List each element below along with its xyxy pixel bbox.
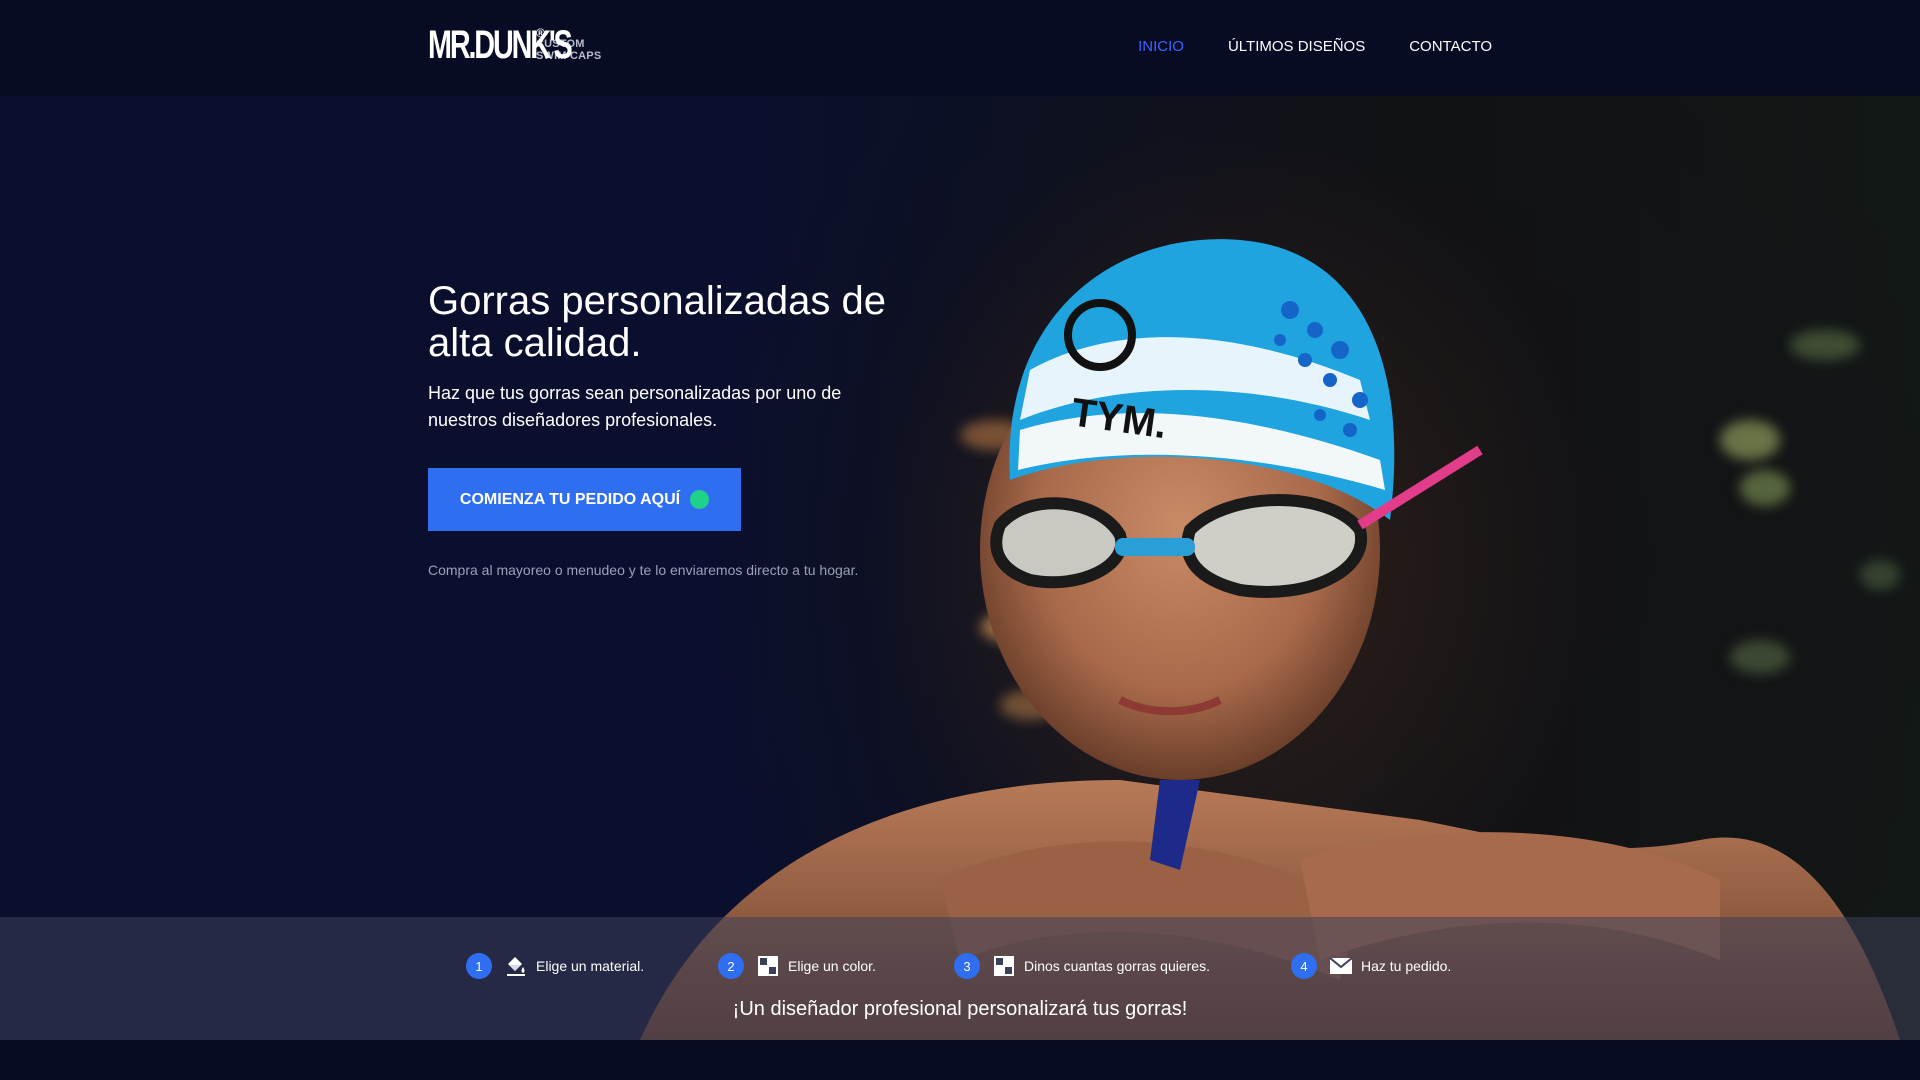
logo-wordmark: MR.DUNK'S: [428, 23, 573, 67]
hero-title: Gorras personalizadas de alta calidad.: [428, 279, 887, 365]
step-item: 1 Elige un material.: [466, 953, 644, 979]
nav-ultimos-disenos[interactable]: ÚLTIMOS DISEÑOS: [1228, 38, 1365, 56]
paint-bucket-icon: [504, 955, 528, 977]
step-label: Dinos cuantas gorras quieres.: [1024, 958, 1210, 974]
step-item: 2 Elige un color.: [718, 953, 876, 979]
grid-icon: [992, 955, 1016, 977]
start-order-button[interactable]: COMIENZA TU PEDIDO AQUÍ: [428, 468, 741, 531]
step-number: 2: [718, 953, 744, 979]
step-item: 3 Dinos cuantas gorras quieres.: [954, 953, 1210, 979]
grid-icon: [756, 955, 780, 977]
main-nav: INICIO ÚLTIMOS DISEÑOS CONTACTO: [1138, 38, 1492, 56]
step-number: 1: [466, 953, 492, 979]
step-number: 3: [954, 953, 980, 979]
nav-contacto[interactable]: CONTACTO: [1409, 38, 1492, 56]
step-item: 4 Haz tu pedido.: [1291, 953, 1451, 979]
status-dot-icon: [690, 490, 710, 509]
steps-list: 1 Elige un material. 2 Elige un color. 3…: [0, 953, 1920, 979]
page-bottom-strip: [0, 1040, 1920, 1080]
steps-bar: 1 Elige un material. 2 Elige un color. 3…: [0, 917, 1920, 1040]
brand-logo[interactable]: MR.DUNK'S ® CUSTOM SWIM CAPS: [428, 22, 601, 68]
steps-tagline: ¡Un diseñador profesional personalizará …: [732, 998, 1188, 1020]
step-number: 4: [1291, 953, 1317, 979]
step-label: Elige un material.: [536, 958, 645, 974]
hero-subtitle: Haz que tus gorras sean personalizadas p…: [428, 383, 842, 430]
step-label: Elige un color.: [788, 958, 876, 974]
step-label: Haz tu pedido.: [1361, 958, 1452, 974]
envelope-icon: [1329, 955, 1353, 977]
hero-content: Gorras personalizadas de alta calidad. H…: [428, 280, 948, 579]
nav-inicio[interactable]: INICIO: [1138, 38, 1184, 56]
hero-note: Compra al mayoreo o menudeo y te lo envi…: [428, 562, 859, 578]
landing-page: TYM. MR.DUNK'S ® CUSTOM SWIM CAPS INICIO…: [0, 0, 1920, 1080]
start-order-label: COMIENZA TU PEDIDO AQUÍ: [459, 490, 681, 508]
site-header: MR.DUNK'S ® CUSTOM SWIM CAPS INICIO ÚLTI…: [0, 0, 1920, 96]
